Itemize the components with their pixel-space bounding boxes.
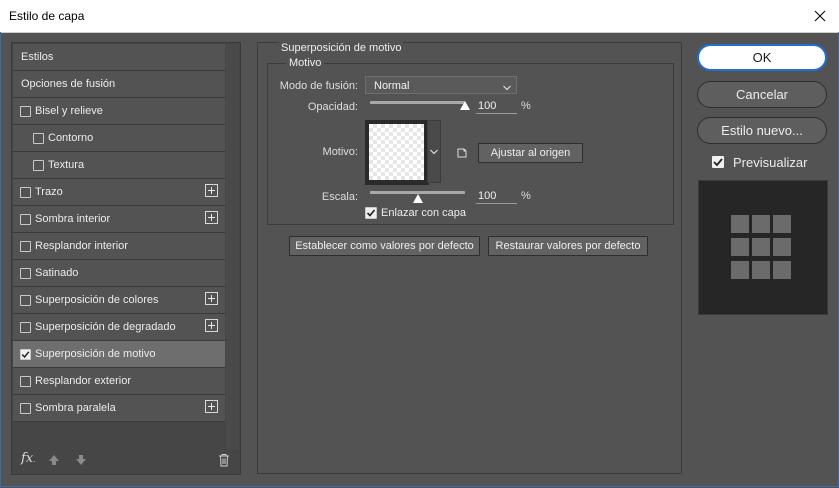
add-effect-icon[interactable] (205, 400, 218, 413)
group-title: Motivo (286, 57, 325, 69)
snap-to-origin-button[interactable]: Ajustar al origen (478, 143, 583, 163)
opacity-label: Opacidad: (307, 101, 358, 113)
scale-label: Escala: (321, 191, 358, 203)
style-item-4[interactable]: Textura (13, 152, 225, 179)
new-preset-icon[interactable] (456, 147, 468, 159)
style-item-label: Bisel y relieve (35, 105, 103, 117)
move-up-icon[interactable] (48, 454, 60, 466)
style-item-label: Superposición de colores (35, 294, 159, 306)
style-item-3[interactable]: Contorno (13, 125, 225, 152)
styles-list: Estilos Opciones de fusión Bisel y relieve… (13, 44, 225, 422)
new-style-button[interactable]: Estilo nuevo... (697, 117, 827, 144)
style-preview (698, 180, 828, 315)
opacity-slider[interactable] (370, 101, 465, 104)
style-checkbox[interactable] (20, 187, 31, 198)
style-item-label: Sombra paralela (35, 402, 116, 414)
opacity-slider-thumb[interactable] (460, 101, 470, 110)
fx-button[interactable]: fx. (21, 451, 35, 466)
title-bar: Estilo de capa (0, 0, 839, 33)
style-checkbox[interactable] (20, 214, 31, 225)
set-default-button[interactable]: Establecer como valores por defecto (289, 236, 480, 256)
style-checkbox[interactable] (33, 160, 44, 171)
style-item-13[interactable]: Sombra paralela (13, 395, 225, 422)
style-item-9[interactable]: Superposición de colores (13, 287, 225, 314)
ok-button[interactable]: OK (697, 44, 827, 71)
scale-input[interactable]: 100 (476, 190, 517, 204)
link-with-layer-checkbox[interactable] (365, 207, 377, 219)
reset-default-button[interactable]: Restaurar valores por defecto (488, 236, 648, 256)
style-checkbox[interactable] (20, 106, 31, 117)
section-title: Superposición de motivo (279, 42, 404, 54)
opacity-input[interactable]: 100 (476, 100, 517, 114)
style-item-label: Opciones de fusión (21, 78, 116, 90)
style-item-label: Resplandor interior (35, 240, 128, 252)
preview-tile (752, 238, 770, 256)
style-item-label: Contorno (48, 132, 94, 144)
cancel-button[interactable]: Cancelar (697, 81, 827, 108)
move-down-icon[interactable] (75, 454, 87, 466)
close-icon[interactable] (810, 6, 830, 26)
style-checkbox[interactable] (20, 403, 31, 414)
scale-unit: % (521, 190, 531, 202)
pattern-picker-dropdown[interactable] (427, 120, 441, 183)
style-item-2[interactable]: Bisel y relieve (13, 98, 225, 125)
pattern-swatch[interactable] (365, 120, 429, 185)
styles-toolbar: fx. (12, 448, 240, 474)
style-item-10[interactable]: Superposición de degradado (13, 314, 225, 341)
blend-mode-select[interactable]: Normal (365, 76, 517, 94)
style-checkbox[interactable] (20, 322, 31, 333)
preview-tile (773, 238, 791, 256)
blend-mode-value: Normal (374, 80, 410, 92)
pattern-label: Motivo: (322, 146, 358, 158)
add-effect-icon[interactable] (205, 319, 218, 332)
preview-tile (752, 215, 770, 233)
style-item-label: Superposición de degradado (35, 321, 176, 333)
blend-mode-label: Modo de fusión: (279, 80, 358, 92)
style-item-1[interactable]: Opciones de fusión (13, 71, 225, 98)
style-item-11[interactable]: Superposición de motivo (13, 341, 225, 368)
style-checkbox[interactable] (20, 349, 31, 360)
styles-panel: Estilos Opciones de fusión Bisel y relieve… (11, 42, 241, 475)
style-item-label: Resplandor exterior (35, 375, 131, 387)
style-checkbox[interactable] (20, 376, 31, 387)
style-item-5[interactable]: Trazo (13, 179, 225, 206)
scale-slider-thumb[interactable] (412, 194, 423, 203)
preview-checkbox[interactable] (712, 156, 724, 168)
style-checkbox[interactable] (20, 241, 31, 252)
style-item-label: Sombra interior (35, 213, 111, 225)
style-item-label: Trazo (35, 186, 63, 198)
add-effect-icon[interactable] (205, 292, 218, 305)
chevron-down-icon (430, 149, 438, 155)
style-checkbox[interactable] (20, 295, 31, 306)
style-item-label: Satinado (35, 267, 79, 279)
style-item-0[interactable]: Estilos (13, 44, 225, 71)
add-effect-icon[interactable] (205, 211, 218, 224)
style-item-label: Estilos (21, 51, 54, 63)
link-with-layer-label: Enlazar con capa (381, 207, 466, 219)
add-effect-icon[interactable] (205, 184, 218, 197)
style-checkbox[interactable] (33, 133, 44, 144)
style-item-7[interactable]: Resplandor interior (13, 233, 225, 260)
preview-tile (752, 261, 770, 279)
style-item-6[interactable]: Sombra interior (13, 206, 225, 233)
style-checkbox[interactable] (20, 268, 31, 279)
style-item-label: Textura (48, 159, 85, 171)
preview-tile (773, 261, 791, 279)
preview-tile (731, 238, 749, 256)
styles-scrollbar[interactable] (226, 44, 239, 449)
preview-tile (731, 215, 749, 233)
preview-tile (773, 215, 791, 233)
opacity-unit: % (521, 100, 531, 112)
preview-tile (731, 261, 749, 279)
trash-icon[interactable] (218, 453, 230, 467)
style-item-label: Superposición de motivo (35, 348, 156, 360)
preview-label: Previsualizar (733, 155, 808, 170)
window-title: Estilo de capa (9, 9, 85, 23)
transparent-pattern-preview (369, 124, 424, 180)
chevron-down-icon (503, 82, 511, 94)
style-item-8[interactable]: Satinado (13, 260, 225, 287)
style-item-12[interactable]: Resplandor exterior (13, 368, 225, 395)
